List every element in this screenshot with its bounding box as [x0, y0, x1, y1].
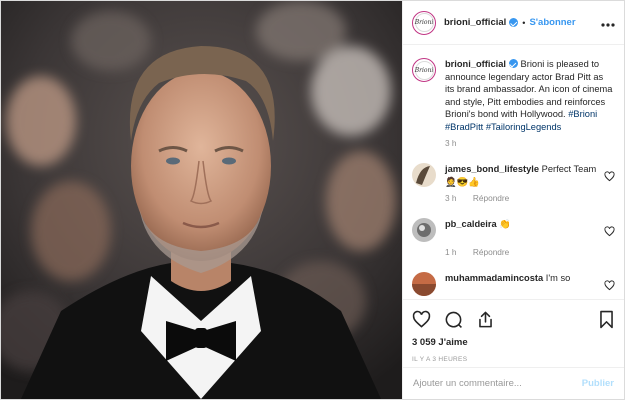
verified-badge-icon [509, 18, 519, 27]
comment-age: 3 h [445, 193, 457, 203]
more-options-icon[interactable] [601, 15, 615, 30]
comment-body: james_bond_lifestyle Perfect Team 🤵😎👍 [445, 163, 598, 188]
action-icons-row [412, 309, 615, 329]
comment-meta: 3 h Répondre [445, 193, 615, 205]
post-sidebar: Brioni brioni_official • S'abonner Brion… [402, 1, 624, 399]
heart-icon[interactable] [412, 310, 431, 329]
post-photo-image [1, 1, 402, 399]
comments-scroll-area[interactable]: Brioni brioni_official Brioni is pleased… [403, 46, 624, 297]
likes-count[interactable]: 3 059 J'aime [412, 337, 615, 348]
comment-like-heart-icon[interactable] [604, 171, 615, 182]
post-photo[interactable] [1, 1, 402, 399]
caption-meta: 3 h [445, 138, 615, 150]
post-header: Brioni brioni_official • S'abonner [403, 1, 624, 45]
account-username[interactable]: brioni_official [444, 17, 506, 28]
comment-item: muhammadamincosta I'm so [412, 272, 615, 296]
caption-age: 3 h [445, 138, 457, 148]
commenter-avatar[interactable] [412, 272, 436, 296]
caption: Brioni brioni_official Brioni is pleased… [412, 58, 615, 133]
share-icon[interactable] [476, 310, 495, 329]
verified-badge-icon [508, 59, 518, 68]
follow-button[interactable]: S'abonner [529, 17, 575, 28]
post-actions: 3 059 J'aime IL Y A 3 HEURES [403, 299, 624, 363]
instagram-post-modal: Brioni brioni_official • S'abonner Brion… [0, 0, 625, 400]
brand-logo: Brioni [414, 60, 434, 80]
account-avatar[interactable]: Brioni [412, 10, 436, 35]
comment-meta: 1 h Répondre [445, 247, 615, 259]
commenter-avatar[interactable] [412, 163, 436, 187]
comment-age: 1 h [445, 247, 457, 257]
comment-composer: Ajouter un commentaire... Publier [403, 367, 624, 399]
reply-button[interactable]: Répondre [473, 193, 509, 203]
comment-text: 👏 [499, 219, 511, 229]
comment-text: I'm so [545, 273, 571, 283]
caption-avatar[interactable]: Brioni [412, 58, 436, 82]
comment-username[interactable]: pb_caldeira [445, 219, 497, 229]
post-timestamp[interactable]: IL Y A 3 HEURES [412, 356, 615, 363]
reply-button[interactable]: Répondre [473, 247, 509, 257]
comment-username[interactable]: muhammadamincosta [445, 273, 543, 283]
separator-dot: • [522, 17, 526, 28]
comment-like-heart-icon[interactable] [604, 280, 615, 291]
comment-input[interactable]: Ajouter un commentaire... [413, 378, 522, 389]
comment-like-heart-icon[interactable] [604, 226, 615, 237]
comment-icon[interactable] [444, 310, 463, 329]
commenter-avatar[interactable] [412, 218, 436, 242]
comment-body: pb_caldeira 👏 [445, 218, 598, 231]
caption-username[interactable]: brioni_official [445, 59, 506, 69]
brand-logo: Brioni [414, 13, 434, 32]
comment-item: pb_caldeira 👏 [412, 218, 615, 242]
bookmark-icon[interactable] [598, 310, 615, 329]
comment-body: muhammadamincosta I'm so [445, 272, 598, 285]
comment-item: james_bond_lifestyle Perfect Team 🤵😎👍 [412, 163, 615, 188]
caption-body: brioni_official Brioni is pleased to ann… [445, 58, 615, 133]
comment-username[interactable]: james_bond_lifestyle [445, 164, 539, 174]
publish-button[interactable]: Publier [582, 378, 614, 389]
